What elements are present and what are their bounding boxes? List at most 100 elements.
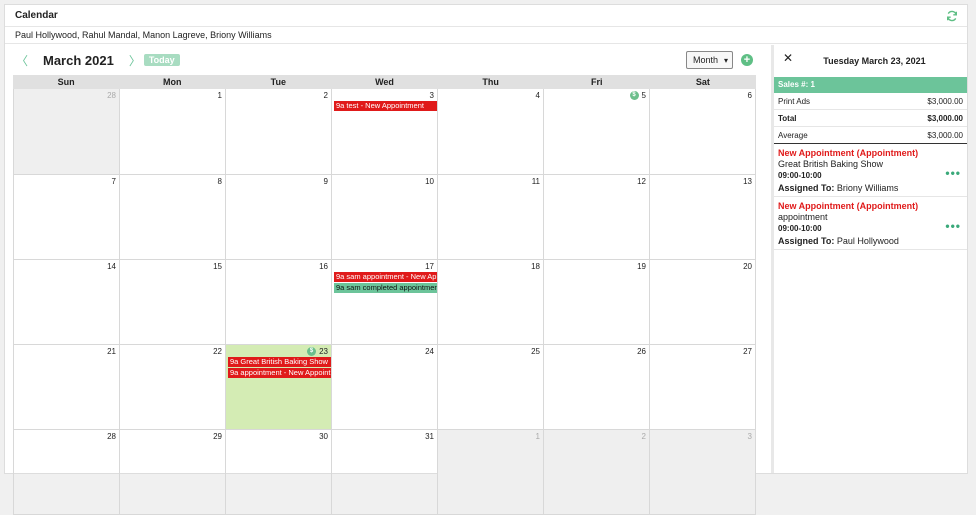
day-cell[interactable]: $5 — [544, 89, 650, 174]
day-number-text: 7 — [111, 177, 116, 186]
day-cell[interactable]: 11 — [438, 175, 544, 259]
add-event-button[interactable]: + — [741, 54, 753, 66]
day-number-text: 12 — [637, 177, 646, 186]
title-bar: Calendar — [5, 5, 967, 27]
window-title: Calendar — [15, 10, 58, 21]
today-button[interactable]: Today — [143, 54, 180, 66]
day-cell[interactable]: 31 — [332, 430, 438, 514]
day-cell[interactable]: 179a sam appointment - New Appointment9a… — [332, 260, 438, 344]
weekday-label: Tue — [270, 77, 287, 87]
sales-row: Print Ads $3,000.00 — [774, 93, 967, 110]
day-cell[interactable]: 20 — [650, 260, 756, 344]
day-number-text: 27 — [743, 347, 752, 356]
appointment-name: Great British Baking Show — [778, 159, 884, 169]
sales-summary: Print Ads $3,000.00 Total $3,000.00 Average $… — [774, 93, 967, 144]
day-cell[interactable]: 28 — [14, 430, 120, 514]
day-cell[interactable]: 18 — [438, 260, 544, 344]
day-cell[interactable]: 19 — [544, 260, 650, 344]
appointment-name: appointment — [778, 212, 828, 222]
appointment-item[interactable]: New Appointment (Appointment) appointment… — [774, 197, 967, 250]
sales-row-value: $3,000.00 — [927, 113, 963, 123]
day-cell[interactable]: 12 — [544, 175, 650, 259]
day-number-text: 19 — [637, 262, 646, 271]
day-cell[interactable]: 7 — [14, 175, 120, 259]
day-number: 30 — [319, 432, 328, 441]
day-number: 1 — [536, 432, 540, 441]
day-number: 14 — [107, 262, 116, 271]
sales-row: Total $3,000.00 — [774, 110, 967, 127]
day-number: 4 — [536, 91, 540, 100]
calendar-event[interactable]: 9a sam completed appointment — [334, 283, 437, 293]
day-cell[interactable]: 3 — [650, 430, 756, 514]
calendar-toolbar: 〈 March 2021 〉 Today Month ▾ + — [5, 45, 767, 75]
appointment-item[interactable]: New Appointment (Appointment) Great Briti… — [774, 144, 967, 197]
calendar-event[interactable]: 9a Great British Baking Show — [228, 357, 331, 367]
day-number-text: 20 — [743, 262, 752, 271]
day-events: 9a Great British Baking Show 9a appointme… — [228, 357, 331, 378]
day-cell[interactable]: 13 — [650, 175, 756, 259]
day-cell[interactable]: $23 9a Great British Baking Show 9a appoin… — [226, 345, 332, 429]
sales-row-value: $3,000.00 — [927, 130, 963, 140]
assignee-filter[interactable]: Paul Hollywood, Rahul Mandal, Manon Lagr… — [5, 27, 967, 44]
day-cell[interactable]: 2 — [544, 430, 650, 514]
day-cell[interactable]: 28 — [14, 89, 120, 174]
day-cell[interactable]: 14 — [14, 260, 120, 344]
day-cell[interactable]: 3 9a test - New Appointment — [332, 89, 438, 174]
day-cell[interactable]: 26 — [544, 345, 650, 429]
day-cell[interactable]: 2 — [226, 89, 332, 174]
week-row: 7 8 9 10 11 12 13 — [14, 175, 756, 260]
week-row: 21 22 $23 9a Great British Baking Show 9a ap… — [14, 345, 756, 430]
calendar-window: Calendar Paul Hollywood, Rahul Mandal, M… — [4, 4, 968, 515]
appointment-title[interactable]: New Appointment (Appointment) — [778, 148, 963, 158]
day-number: 19 — [637, 262, 646, 271]
day-cell[interactable]: 24 — [332, 345, 438, 429]
weekday-label: Sun — [57, 77, 75, 87]
day-cell[interactable]: 10 — [332, 175, 438, 259]
day-cell[interactable]: 16 — [226, 260, 332, 344]
appointment-assignee: Assigned To: Briony Williams — [778, 183, 963, 193]
day-cell[interactable]: 4 — [438, 89, 544, 174]
day-cell[interactable]: 6 — [650, 89, 756, 174]
day-number: 17 — [425, 262, 434, 271]
day-cell[interactable]: 21 — [14, 345, 120, 429]
refresh-icon[interactable] — [945, 9, 959, 23]
day-cell[interactable]: 9 — [226, 175, 332, 259]
week-row: 28 29 30 31 1 2 3 — [14, 430, 756, 515]
assigned-label: Assigned To: — [778, 236, 835, 246]
day-cell[interactable]: 25 — [438, 345, 544, 429]
day-detail-panel: ✕ Tuesday March 23, 2021 Sales #: 1 Prin… — [771, 45, 967, 473]
day-number: 31 — [425, 432, 434, 441]
appointment-assignee: Assigned To: Paul Hollywood — [778, 236, 963, 246]
assigned-name: Paul Hollywood — [836, 236, 899, 246]
day-cell[interactable]: 8 — [120, 175, 226, 259]
day-number-text: 30 — [319, 432, 328, 441]
calendar-event[interactable]: 9a sam appointment - New Appointment — [334, 272, 437, 282]
weekday-header: Sun Mon Tue Wed Thu Fri Sat — [13, 75, 756, 89]
day-number-text: 9 — [323, 177, 328, 186]
day-number-text: 13 — [743, 177, 752, 186]
day-cell[interactable]: 30 — [226, 430, 332, 514]
day-number: 3 — [748, 432, 752, 441]
day-cell[interactable]: 27 — [650, 345, 756, 429]
day-events: 9a test - New Appointment — [334, 101, 437, 111]
dollar-icon: $ — [629, 91, 639, 100]
calendar-event[interactable]: 9a test - New Appointment — [334, 101, 437, 111]
day-cell[interactable]: 1 — [438, 430, 544, 514]
view-select[interactable]: Month ▾ — [685, 51, 733, 69]
day-cell[interactable]: 22 — [120, 345, 226, 429]
day-number: 2 — [642, 432, 646, 441]
day-number: 8 — [218, 177, 222, 186]
more-options-icon[interactable]: ••• — [945, 166, 961, 180]
day-cell[interactable]: 15 — [120, 260, 226, 344]
day-number: 12 — [637, 177, 646, 186]
close-icon[interactable]: ✕ — [783, 51, 793, 65]
day-number: 26 — [637, 347, 646, 356]
appointment-title[interactable]: New Appointment (Appointment) — [778, 201, 963, 211]
day-cell[interactable]: 1 — [120, 89, 226, 174]
prev-month-button[interactable]: 〈 — [15, 52, 29, 69]
week-row: 14 15 16 179a sam appointment - New Appoint… — [14, 260, 756, 345]
day-cell[interactable]: 29 — [120, 430, 226, 514]
next-month-button[interactable]: 〉 — [128, 52, 142, 69]
more-options-icon[interactable]: ••• — [945, 219, 961, 233]
calendar-event[interactable]: 9a appointment - New Appointment — [228, 368, 331, 378]
